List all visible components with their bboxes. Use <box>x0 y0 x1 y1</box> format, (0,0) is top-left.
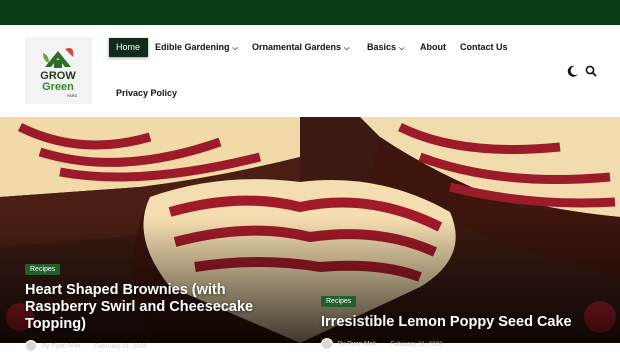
post-title[interactable]: Irresistible Lemon Poppy Seed Cake <box>321 314 601 331</box>
logo-graphic: GROW Green YARD <box>25 37 92 104</box>
avatar[interactable] <box>321 338 333 350</box>
post-author[interactable]: By Ryan Mak <box>42 343 81 350</box>
post-meta: By Ryan Mak February 11, 2026 <box>25 340 295 352</box>
site-logo[interactable]: GROW Green YARD <box>25 37 92 104</box>
nav-privacy-policy[interactable]: Privacy Policy <box>116 88 177 98</box>
nav-ornamental-gardens[interactable]: Ornamental Gardens ⌵ <box>252 42 349 53</box>
nav-ornamental-label: Ornamental Gardens <box>252 42 342 52</box>
featured-post-2[interactable]: Recipes Irresistible Lemon Poppy Seed Ca… <box>321 290 601 350</box>
post-date: February 11, 2026 <box>390 340 443 348</box>
chevron-down-icon: ⌵ <box>399 45 405 52</box>
featured-post-1[interactable]: Recipes Heart Shaped Brownies (with Rasp… <box>25 258 295 352</box>
search-icon[interactable] <box>584 64 598 78</box>
logo-line-3: YARD <box>67 93 78 98</box>
post-date: February 11, 2026 <box>94 342 147 350</box>
logo-line-2: Green <box>42 81 74 93</box>
nav-edible-label: Edible Gardening <box>155 42 230 52</box>
nav-basics-label: Basics <box>367 42 397 52</box>
nav-contact-us[interactable]: Contact Us <box>460 42 508 52</box>
nav-home[interactable]: Home <box>109 38 148 57</box>
nav-basics[interactable]: Basics ⌵ <box>367 42 404 53</box>
avatar[interactable] <box>25 340 37 352</box>
top-bar <box>0 0 620 25</box>
chevron-down-icon: ⌵ <box>344 45 350 52</box>
post-title[interactable]: Heart Shaped Brownies (with Raspberry Sw… <box>25 282 295 333</box>
moon-icon[interactable] <box>566 64 580 78</box>
post-meta: By Ryan Mak February 11, 2026 <box>321 338 601 350</box>
chevron-down-icon: ⌵ <box>232 45 238 52</box>
post-author[interactable]: By Ryan Mak <box>338 341 377 348</box>
category-badge[interactable]: Recipes <box>321 296 357 307</box>
category-badge[interactable]: Recipes <box>25 264 61 275</box>
nav-edible-gardening[interactable]: Edible Gardening ⌵ <box>155 42 238 53</box>
nav-about[interactable]: About <box>420 42 446 52</box>
site-header: GROW Green YARD Home Edible Gardening ⌵ O… <box>0 25 620 117</box>
